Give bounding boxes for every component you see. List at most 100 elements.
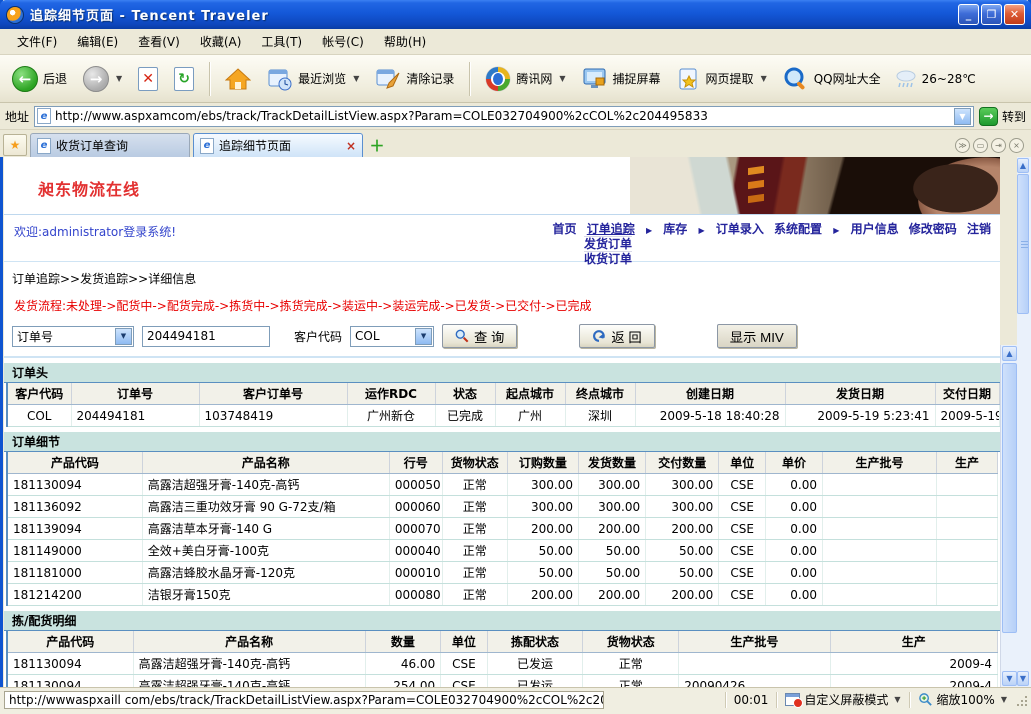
address-dropdown-icon[interactable]: ▼	[954, 108, 971, 125]
home-button[interactable]	[219, 63, 257, 95]
resize-grip[interactable]	[1015, 694, 1027, 706]
favorites-button[interactable]: ★	[3, 134, 27, 156]
toolbar-separator	[469, 62, 470, 96]
menu-favorites[interactable]: 收藏(A)	[191, 30, 251, 53]
frame-scrollbar[interactable]: ▲ ▼	[1000, 345, 1017, 687]
column-header: 产品名称	[133, 631, 365, 653]
tab-dock-button[interactable]: ⇥	[991, 138, 1006, 153]
address-input[interactable]: e http://www.aspxamcom/ebs/track/TrackDe…	[34, 106, 974, 127]
menu-edit[interactable]: 编辑(E)	[68, 30, 127, 53]
extract-dropdown-icon[interactable]: ▼	[761, 74, 767, 83]
table-cell: 0.00	[766, 496, 823, 518]
nav-order-tracking[interactable]: 订单追踪	[587, 222, 635, 236]
extract-page-button[interactable]: 网页提取 ▼	[671, 63, 773, 95]
menu-tools[interactable]: 工具(T)	[252, 30, 311, 53]
nav-system-config[interactable]: 系统配置	[774, 222, 822, 236]
table-cell: 正常	[442, 562, 507, 584]
capture-screen-icon	[582, 67, 608, 91]
close-button[interactable]: ✕	[1004, 4, 1025, 25]
recent-dropdown-icon[interactable]: ▼	[353, 74, 359, 83]
pick-detail-section-title: 拣/配货明细	[4, 610, 1000, 631]
table-cell: 0.00	[766, 584, 823, 606]
return-button[interactable]: 返 回	[579, 324, 654, 348]
table-cell: 000010	[389, 562, 442, 584]
table-cell: 高露洁超强牙膏-140克-高钙	[142, 474, 389, 496]
main-nav: 首页 订单追踪 ▶ 库存 ▶ 订单录入 系统配置 ▶ 用户信息 修改密码 注销	[550, 220, 994, 237]
nav-user-info[interactable]: 用户信息	[851, 222, 899, 236]
tab-track-detail[interactable]: e 追踪细节页面 ×	[193, 133, 363, 157]
table-cell: CSE	[441, 653, 487, 675]
column-header: 订购数量	[507, 452, 578, 474]
refresh-button[interactable]: ↻	[168, 63, 200, 95]
scroll-up-icon[interactable]: ▲	[1017, 158, 1029, 173]
query-button[interactable]: 查 询	[442, 324, 517, 348]
customer-select[interactable]: COL ▼	[350, 326, 434, 347]
table-cell: 000060	[389, 496, 442, 518]
tab-restore-button[interactable]: ▭	[973, 138, 988, 153]
nav-logout[interactable]: 注销	[967, 222, 991, 236]
tab-close-icon[interactable]: ×	[346, 139, 356, 153]
forward-button[interactable]: → ▼	[77, 62, 128, 96]
qq-portal-button[interactable]: 腾讯网 ▼	[479, 62, 571, 96]
tab-list-chevron-button[interactable]: ≫	[955, 138, 970, 153]
menu-help[interactable]: 帮助(H)	[375, 30, 435, 53]
maximize-button[interactable]: ❐	[981, 4, 1002, 25]
qq-portal-dropdown-icon[interactable]: ▼	[559, 74, 565, 83]
go-button[interactable]: → 转到	[979, 107, 1026, 126]
scroll-down-icon[interactable]: ▼	[1017, 671, 1029, 686]
order-detail-table: 产品代码产品名称行号货物状态订购数量发货数量交付数量单位单价生产批号生产1811…	[6, 452, 998, 606]
minimize-button[interactable]: _	[958, 4, 979, 25]
column-header: 终点城市	[565, 383, 635, 405]
column-header: 发货数量	[578, 452, 645, 474]
scroll-up-icon[interactable]: ▲	[1002, 346, 1017, 361]
customer-code-label: 客户代码	[294, 328, 342, 345]
table-cell: 254.00	[365, 675, 441, 688]
order-number-input[interactable]: 204494181	[142, 326, 270, 347]
capture-screen-button[interactable]: 捕捉屏幕	[576, 63, 667, 95]
nav-ship-order[interactable]: 发货订单	[584, 236, 632, 251]
zoom-control[interactable]: 缩放100% ▼	[918, 691, 1007, 708]
menu-file[interactable]: 文件(F)	[8, 30, 66, 53]
table-cell: 300.00	[646, 474, 719, 496]
clear-history-button[interactable]: 清除记录	[369, 63, 460, 95]
stop-button[interactable]: ✕	[132, 63, 164, 95]
nav-arrow-icon: ▶	[833, 226, 839, 235]
column-header: 产品代码	[7, 452, 142, 474]
nav-inventory[interactable]: 库存	[663, 222, 687, 236]
field-select[interactable]: 订单号 ▼	[12, 326, 134, 347]
nav-receive-order[interactable]: 收货订单	[584, 251, 632, 266]
nav-change-password[interactable]: 修改密码	[909, 222, 957, 236]
tab-bar-close-button[interactable]: ×	[1009, 138, 1024, 153]
nav-order-entry[interactable]: 订单录入	[716, 222, 764, 236]
table-cell: 000050	[389, 474, 442, 496]
address-url[interactable]: http://www.aspxamcom/ebs/track/TrackDeta…	[55, 109, 954, 123]
nav-home[interactable]: 首页	[553, 222, 577, 236]
scrollbar-thumb[interactable]	[1002, 363, 1017, 633]
table-cell: 000040	[389, 540, 442, 562]
table-row: 181130094高露洁超强牙膏-140克-高钙000050正常300.0030…	[7, 474, 998, 496]
table-cell: 20090426	[679, 675, 830, 688]
recent-browse-button[interactable]: 最近浏览 ▼	[261, 63, 365, 95]
table-row: 181181000高露洁蜂胶水晶牙膏-120克000010正常50.0050.0…	[7, 562, 998, 584]
page-scrollbar[interactable]: ▲ ▼	[1017, 157, 1031, 687]
table-cell: 高露洁超强牙膏-140克-高钙	[133, 675, 365, 688]
forward-dropdown-icon[interactable]: ▼	[116, 74, 122, 83]
table-cell: 103748419	[199, 405, 347, 427]
scrollbar-thumb[interactable]	[1017, 174, 1029, 314]
new-tab-button[interactable]: ＋	[366, 134, 388, 156]
weather-widget[interactable]: 26~28℃	[895, 69, 976, 89]
table-cell: 0.00	[766, 474, 823, 496]
menu-account[interactable]: 帐号(C)	[313, 30, 373, 53]
tab-receive-order-query[interactable]: e 收货订单查询	[30, 133, 190, 157]
block-mode-control[interactable]: 自定义屏蔽模式 ▼	[785, 691, 900, 708]
zoom-magnifier-icon	[918, 692, 933, 707]
qq-nav-button[interactable]: QQ网址大全	[777, 62, 887, 96]
table-cell: 已发运	[487, 653, 583, 675]
table-row: 181130094高露洁超强牙膏-140克-高钙254.00CSE已发运正常20…	[7, 675, 998, 688]
back-button[interactable]: ← 后退	[6, 62, 73, 96]
table-cell	[823, 562, 937, 584]
menu-view[interactable]: 查看(V)	[129, 30, 189, 53]
scroll-down-icon[interactable]: ▼	[1002, 671, 1017, 686]
show-miv-button[interactable]: 显示 MIV	[717, 324, 797, 348]
table-cell: 000080	[389, 584, 442, 606]
